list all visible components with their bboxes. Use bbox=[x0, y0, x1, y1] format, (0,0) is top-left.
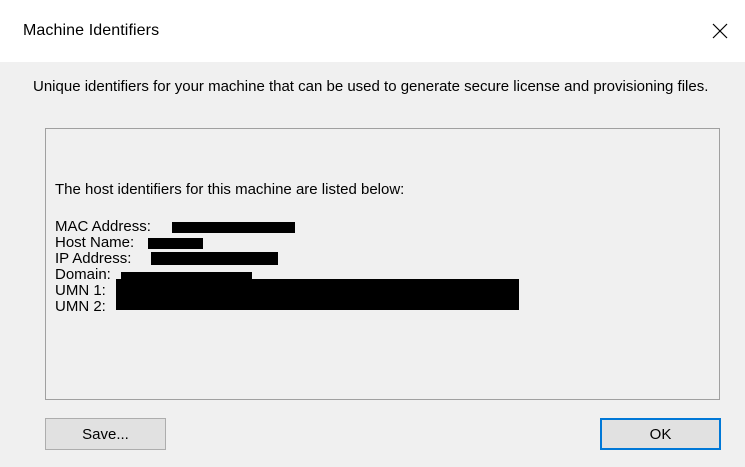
umn-redaction bbox=[116, 279, 519, 310]
machine-identifiers-dialog: Machine Identifiers Unique identifiers f… bbox=[0, 0, 745, 467]
domain-label: Domain: bbox=[55, 266, 111, 283]
dialog-description: Unique identifiers for your machine that… bbox=[33, 78, 709, 95]
close-button[interactable] bbox=[697, 12, 743, 50]
identifiers-panel: The host identifiers for this machine ar… bbox=[45, 128, 720, 400]
mac-address-redaction bbox=[172, 222, 295, 233]
ok-button[interactable]: OK bbox=[600, 418, 721, 450]
umn2-label: UMN 2: bbox=[55, 298, 106, 315]
host-name-label: Host Name: bbox=[55, 234, 135, 251]
host-name-redaction bbox=[148, 238, 203, 249]
identifiers-list: MAC Address: Host Name: IP Address: Doma… bbox=[55, 218, 519, 315]
title-bar: Machine Identifiers bbox=[0, 0, 745, 62]
ip-address-row: IP Address: bbox=[55, 250, 278, 267]
ip-address-label: IP Address: bbox=[55, 250, 132, 267]
mac-address-label: MAC Address: bbox=[55, 218, 151, 235]
host-name-row: Host Name: bbox=[55, 234, 203, 251]
umn1-label: UMN 1: bbox=[55, 282, 106, 299]
identifiers-intro: The host identifiers for this machine ar… bbox=[55, 181, 405, 198]
close-icon bbox=[712, 23, 728, 39]
save-button[interactable]: Save... bbox=[45, 418, 166, 450]
ip-address-redaction bbox=[151, 252, 278, 265]
mac-address-row: MAC Address: bbox=[55, 218, 295, 235]
window-title: Machine Identifiers bbox=[23, 22, 160, 39]
